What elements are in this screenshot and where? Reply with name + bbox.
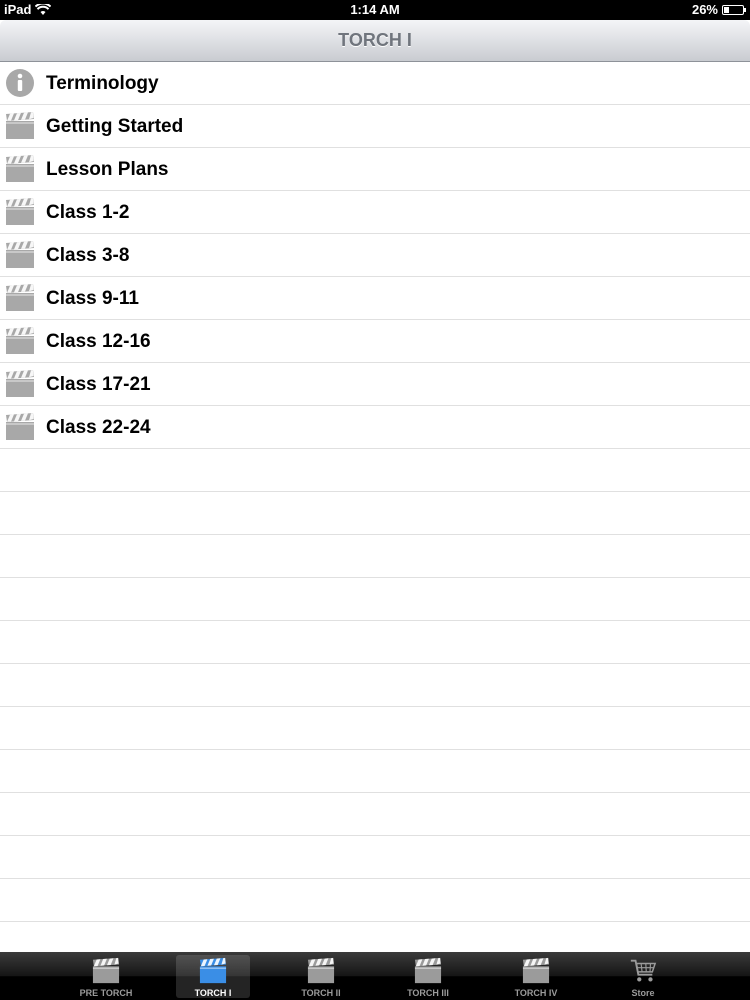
info-icon (5, 68, 35, 98)
clapperboard-icon (5, 412, 35, 442)
clapperboard-icon (91, 957, 121, 985)
list-item[interactable]: Lesson Plans (0, 148, 750, 191)
list-item-label: Class 17-21 (46, 374, 151, 395)
empty-row (0, 750, 750, 793)
list-item-label: Lesson Plans (46, 159, 169, 180)
battery-fill (724, 6, 729, 13)
tab-store[interactable]: Store (606, 955, 680, 998)
clapperboard-icon (5, 240, 35, 270)
list-item[interactable]: Class 1-2 (0, 191, 750, 234)
tab-bar: PRE TORCH TORCH I TORCH II TORCH III TOR… (0, 952, 750, 1000)
empty-row (0, 707, 750, 750)
tab-label: TORCH IV (514, 988, 558, 998)
content-list: Terminology Getting Started Lesson Plans… (0, 62, 750, 952)
tab-label: TORCH I (194, 988, 232, 998)
clapperboard-icon (5, 283, 35, 313)
tab-pre-torch[interactable]: PRE TORCH (69, 955, 143, 998)
list-item[interactable]: Class 17-21 (0, 363, 750, 406)
tab-torch-ii[interactable]: TORCH II (284, 955, 358, 998)
status-time: 1:14 AM (350, 2, 400, 17)
empty-row (0, 664, 750, 707)
list-item[interactable]: Class 12-16 (0, 320, 750, 363)
list-item-label: Terminology (46, 73, 159, 94)
empty-row (0, 449, 750, 492)
clapperboard-icon (198, 957, 228, 985)
tab-torch-iii[interactable]: TORCH III (391, 955, 465, 998)
clapperboard-icon (5, 326, 35, 356)
clapperboard-icon (5, 197, 35, 227)
empty-row (0, 879, 750, 922)
empty-row (0, 922, 750, 952)
list-item[interactable]: Class 22-24 (0, 406, 750, 449)
empty-row (0, 578, 750, 621)
battery-percent: 26% (691, 2, 718, 17)
list-item-label: Getting Started (46, 116, 184, 137)
navigation-bar: TORCH I (0, 20, 750, 62)
page-title: TORCH I (338, 30, 412, 50)
clapperboard-icon (5, 111, 35, 141)
list-item-label: Class 9-11 (46, 288, 139, 309)
clapperboard-icon (5, 154, 35, 184)
status-bar: iPad 1:14 AM 26% (0, 0, 750, 20)
clapperboard-icon (521, 957, 551, 985)
status-right: 26% (691, 2, 746, 17)
list-item-label: Class 22-24 (46, 417, 151, 438)
empty-row (0, 535, 750, 578)
list-item-label: Class 12-16 (46, 331, 151, 352)
tab-label: TORCH II (301, 988, 341, 998)
clapperboard-icon (306, 957, 336, 985)
tab-label: TORCH III (407, 988, 449, 998)
empty-row (0, 621, 750, 664)
tab-label: Store (631, 988, 655, 998)
list-item[interactable]: Getting Started (0, 105, 750, 148)
list-item[interactable]: Class 9-11 (0, 277, 750, 320)
empty-row (0, 793, 750, 836)
list-item[interactable]: Class 3-8 (0, 234, 750, 277)
clapperboard-icon (413, 957, 443, 985)
list-item-label: Class 3-8 (46, 245, 130, 266)
tab-label: PRE TORCH (79, 988, 133, 998)
list-item-label: Class 1-2 (46, 202, 130, 223)
cart-icon (628, 957, 658, 985)
empty-row (0, 836, 750, 879)
empty-row (0, 492, 750, 535)
tab-torch-iv[interactable]: TORCH IV (499, 955, 573, 998)
clapperboard-icon (5, 369, 35, 399)
list-item[interactable]: Terminology (0, 62, 750, 105)
battery-icon (722, 4, 746, 15)
tab-torch-i[interactable]: TORCH I (176, 955, 250, 998)
